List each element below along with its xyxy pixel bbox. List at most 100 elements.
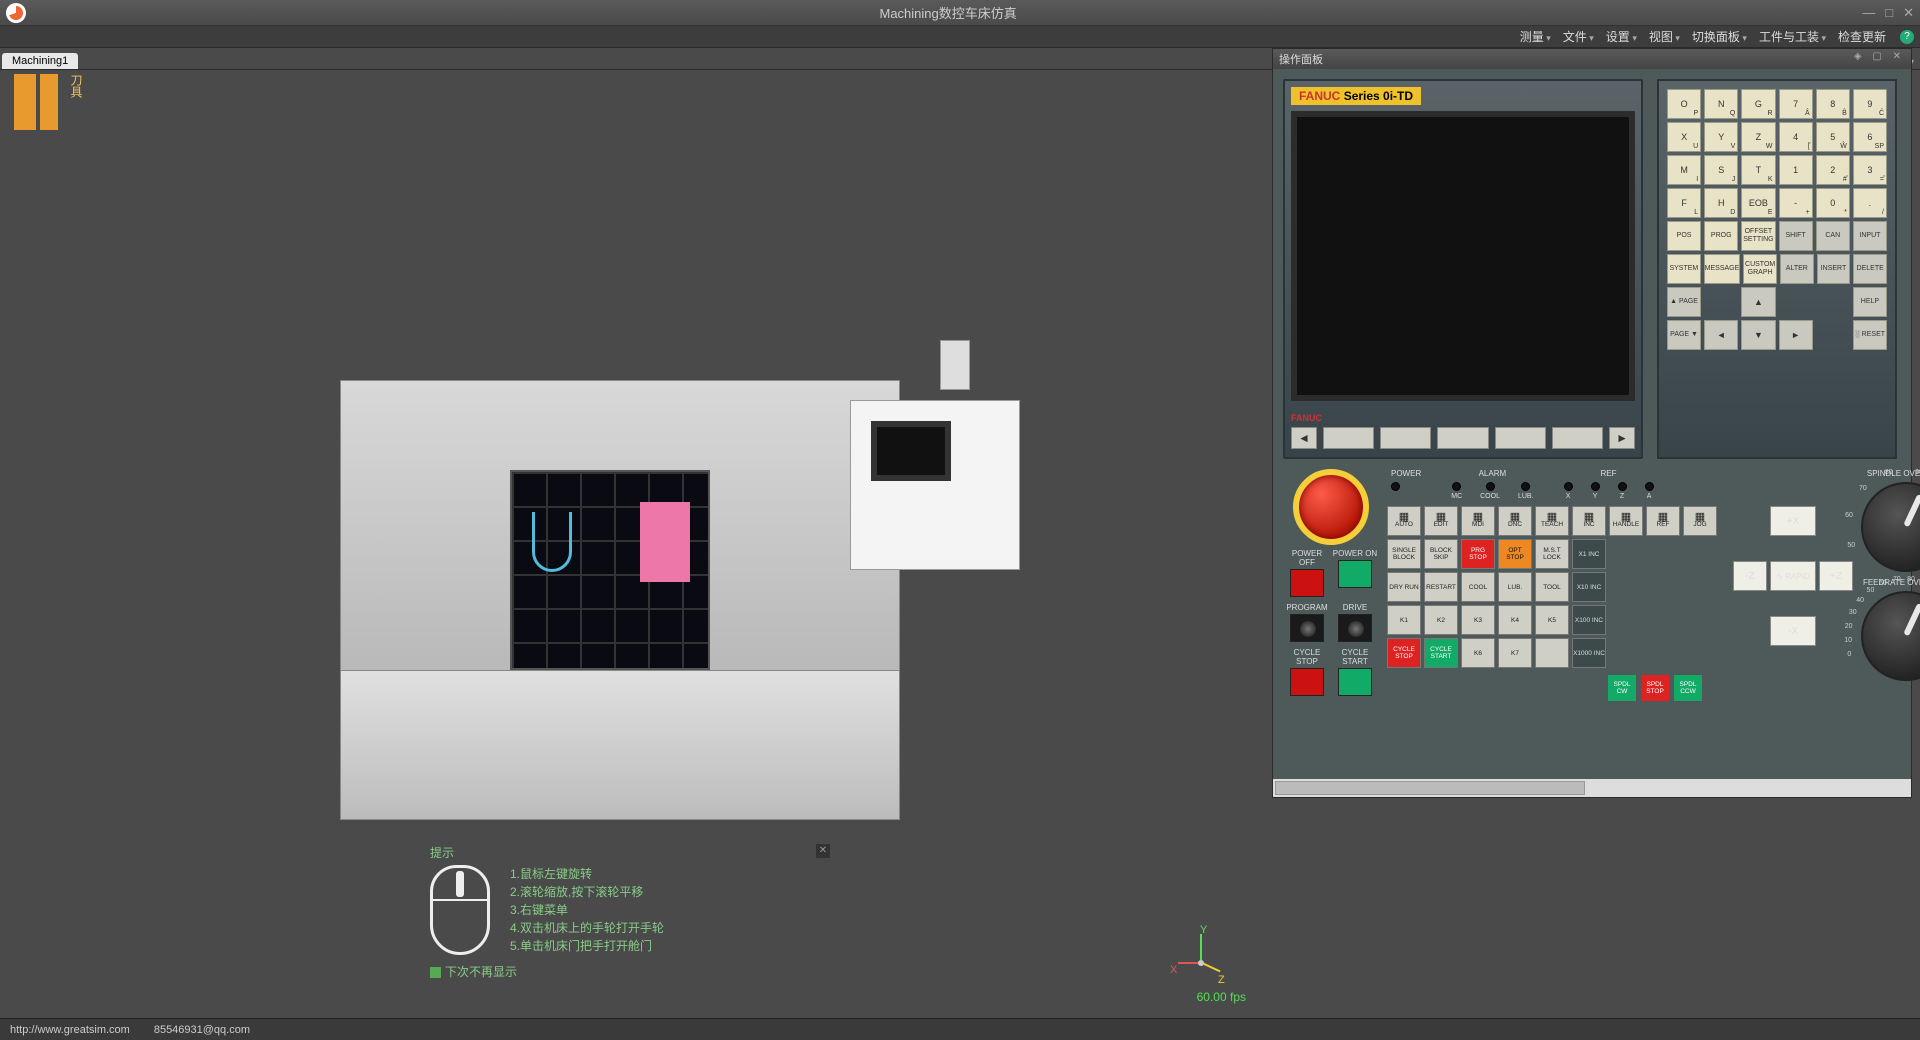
jog-x-plus[interactable]: +X bbox=[1770, 506, 1816, 536]
ctrl-block-skip-button[interactable]: BLOCK SKIP bbox=[1424, 539, 1458, 569]
mdi-prog-button[interactable]: PROG bbox=[1704, 221, 1738, 251]
mdi-key-1[interactable]: 1 bbox=[1779, 155, 1813, 185]
ctrl-x10-inc-button[interactable]: X10 INC bbox=[1572, 572, 1606, 602]
rapid-button[interactable]: ∿ RAPID bbox=[1770, 561, 1816, 591]
mode-jog-button[interactable]: ▦JOG bbox=[1683, 506, 1717, 536]
ctrl-x1-inc-button[interactable]: X1 INC bbox=[1572, 539, 1606, 569]
ctrl-k5-button[interactable]: K5 bbox=[1535, 605, 1569, 635]
mdi-key-Z[interactable]: ZW bbox=[1741, 122, 1775, 152]
program-switch[interactable] bbox=[1290, 614, 1324, 642]
help-button[interactable]: HELP bbox=[1853, 287, 1887, 317]
emergency-stop-button[interactable] bbox=[1293, 469, 1369, 545]
ctrl-blank-button[interactable] bbox=[1535, 638, 1569, 668]
tool-icon[interactable]: 刀具 bbox=[10, 70, 90, 140]
machine-model[interactable] bbox=[340, 380, 940, 820]
ctrl-k2-button[interactable]: K2 bbox=[1424, 605, 1458, 635]
mode-auto-button[interactable]: ▦AUTO bbox=[1387, 506, 1421, 536]
softkey-left-icon[interactable]: ◄ bbox=[1291, 427, 1317, 449]
mdi-key-G[interactable]: GR bbox=[1741, 89, 1775, 119]
ctrl-k6-button[interactable]: K6 bbox=[1461, 638, 1495, 668]
mode-teach-button[interactable]: ▦TEACH bbox=[1535, 506, 1569, 536]
menu-settings[interactable]: 设置 bbox=[1602, 28, 1641, 45]
arrow-right-icon[interactable]: ► bbox=[1779, 320, 1813, 350]
tab-machining1[interactable]: Machining1 bbox=[2, 53, 78, 69]
mdi-key-9[interactable]: 9Ĉ bbox=[1853, 89, 1887, 119]
mdi-message-button[interactable]: MESSAGE bbox=[1704, 254, 1741, 284]
mdi-key-X[interactable]: XU bbox=[1667, 122, 1701, 152]
softkey-1[interactable] bbox=[1323, 427, 1374, 449]
mdi-can-button[interactable]: CAN bbox=[1816, 221, 1850, 251]
jog-z-minus[interactable]: -Z bbox=[1733, 561, 1767, 591]
arrow-down-icon[interactable]: ▼ bbox=[1741, 320, 1775, 350]
mdi-key-3[interactable]: 3=̂ bbox=[1853, 155, 1887, 185]
hint-close-icon[interactable]: ✕ bbox=[816, 844, 830, 858]
reset-button[interactable]: ░ RESET bbox=[1853, 320, 1887, 350]
mdi-key-8[interactable]: 8B̂ bbox=[1816, 89, 1850, 119]
ctrl-cool-button[interactable]: COOL bbox=[1461, 572, 1495, 602]
mdi-key-M[interactable]: MI bbox=[1667, 155, 1701, 185]
menu-switch-panel[interactable]: 切换面板 bbox=[1688, 28, 1751, 45]
page-up-button[interactable]: ▲ PAGE bbox=[1667, 287, 1701, 317]
mdi-key-O[interactable]: OP bbox=[1667, 89, 1701, 119]
mdi-system-button[interactable]: SYSTEM bbox=[1667, 254, 1701, 284]
mdi-input-button[interactable]: INPUT bbox=[1853, 221, 1887, 251]
ctrl-single-block-button[interactable]: SINGLE BLOCK bbox=[1387, 539, 1421, 569]
ctrl-dry-run-button[interactable]: DRY RUN bbox=[1387, 572, 1421, 602]
softkey-right-icon[interactable]: ► bbox=[1609, 427, 1635, 449]
mode-edit-button[interactable]: ▦EDIT bbox=[1424, 506, 1458, 536]
minimize-button[interactable]: — bbox=[1862, 5, 1875, 21]
ctrl-k3-button[interactable]: K3 bbox=[1461, 605, 1495, 635]
cycle-stop-button[interactable] bbox=[1290, 668, 1324, 696]
viewport-3d[interactable]: 刀具 提示 ✕ 1.鼠标左键旋转 2.滚轮缩放,按下滚轮平移 3.右键菜单 4.… bbox=[0, 70, 1260, 1010]
ctrl-tool-button[interactable]: TOOL bbox=[1535, 572, 1569, 602]
mdi-key-Y[interactable]: YV bbox=[1704, 122, 1738, 152]
ctrl-cycle-stop-button[interactable]: CYCLE STOP bbox=[1387, 638, 1421, 668]
arrow-up-icon[interactable]: ▲ bbox=[1741, 287, 1775, 317]
power-on-button[interactable] bbox=[1338, 560, 1372, 588]
mdi-shift-button[interactable]: SHIFT bbox=[1779, 221, 1813, 251]
mdi-key-H[interactable]: HD bbox=[1704, 188, 1738, 218]
mode-ref-button[interactable]: ▦REF bbox=[1646, 506, 1680, 536]
mdi-key-4[interactable]: 4[̂ bbox=[1779, 122, 1813, 152]
mdi-delete-button[interactable]: DELETE bbox=[1853, 254, 1887, 284]
mdi-key-2[interactable]: 2#̂ bbox=[1816, 155, 1850, 185]
menu-measure[interactable]: 测量 bbox=[1516, 28, 1555, 45]
mdi-key-6[interactable]: 6SP bbox=[1853, 122, 1887, 152]
ctrl-k4-button[interactable]: K4 bbox=[1498, 605, 1532, 635]
menu-update[interactable]: 检查更新 bbox=[1834, 28, 1890, 45]
mdi-key-5[interactable]: 5Ŵ bbox=[1816, 122, 1850, 152]
ctrl-restart-button[interactable]: RESTART bbox=[1424, 572, 1458, 602]
ctrl-k1-button[interactable]: K1 bbox=[1387, 605, 1421, 635]
cycle-start-button[interactable] bbox=[1338, 668, 1372, 696]
mode-handle-button[interactable]: ▦HANDLE bbox=[1609, 506, 1643, 536]
spdl-stop-button[interactable]: SPDL STOP bbox=[1640, 674, 1670, 702]
mdi-key-F[interactable]: FL bbox=[1667, 188, 1701, 218]
mode-inc-button[interactable]: ▦INC bbox=[1572, 506, 1606, 536]
mdi-insert-button[interactable]: INSERT bbox=[1817, 254, 1851, 284]
mdi-key-S[interactable]: SJ bbox=[1704, 155, 1738, 185]
arrow-left-icon[interactable]: ◄ bbox=[1704, 320, 1738, 350]
menu-view[interactable]: 视图 bbox=[1645, 28, 1684, 45]
softkey-2[interactable] bbox=[1380, 427, 1431, 449]
ctrl-x1000-inc-button[interactable]: X1000 INC bbox=[1572, 638, 1606, 668]
power-off-button[interactable] bbox=[1290, 569, 1324, 597]
jog-x-minus[interactable]: -X bbox=[1770, 616, 1816, 646]
crt-screen[interactable] bbox=[1291, 111, 1635, 401]
spdl-ccw-button[interactable]: SPDL CCW bbox=[1673, 674, 1703, 702]
menu-file[interactable]: 文件 bbox=[1559, 28, 1598, 45]
ctrl-cycle-start-button[interactable]: CYCLE START bbox=[1424, 638, 1458, 668]
page-down-button[interactable]: PAGE ▼ bbox=[1667, 320, 1701, 350]
mdi-key-EOB[interactable]: EOBE bbox=[1741, 188, 1775, 218]
mode-dnc-button[interactable]: ▦DNC bbox=[1498, 506, 1532, 536]
hint-checkbox[interactable]: 下次不再显示 bbox=[430, 963, 830, 980]
mdi-key-.[interactable]: ./ bbox=[1853, 188, 1887, 218]
ctrl-k7-button[interactable]: K7 bbox=[1498, 638, 1532, 668]
mode-mdi-button[interactable]: ▦MDI bbox=[1461, 506, 1495, 536]
panel-window-buttons[interactable]: ◈ ▢ ✕ bbox=[1854, 51, 1905, 67]
softkey-4[interactable] bbox=[1495, 427, 1546, 449]
drive-switch[interactable] bbox=[1338, 614, 1372, 642]
mdi-key-7[interactable]: 7Â bbox=[1779, 89, 1813, 119]
softkey-3[interactable] bbox=[1437, 427, 1488, 449]
ctrl-m-s-t-lock-button[interactable]: M.S.T LOCK bbox=[1535, 539, 1569, 569]
ctrl-lub--button[interactable]: LUB. bbox=[1498, 572, 1532, 602]
